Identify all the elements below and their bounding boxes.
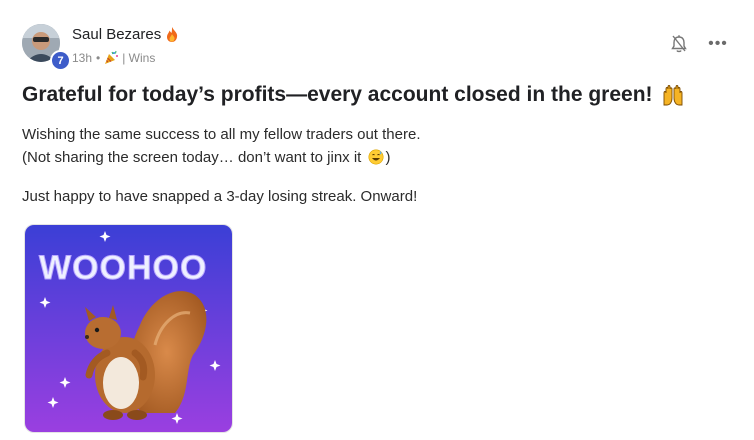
author-name[interactable]: Saul Bezares	[72, 26, 161, 43]
post-header: 7 Saul Bezares 13h • | Wins •••	[22, 22, 734, 71]
body-line-2-text: (Not sharing the screen today… don’t wan…	[22, 149, 362, 166]
author-line: Saul Bezares	[72, 26, 179, 43]
body-line-3: Just happy to have snapped a 3-day losin…	[22, 188, 418, 205]
post-time: 13h	[72, 50, 93, 65]
party-popper-icon	[105, 50, 119, 64]
meta-separator: •	[96, 50, 101, 65]
body-line-2-close: )	[385, 149, 391, 166]
post-category[interactable]: | Wins	[122, 51, 155, 65]
gif-text: WOOHOO	[39, 249, 207, 287]
flame-icon	[167, 27, 178, 42]
grinning-sweat-icon	[368, 149, 384, 165]
post-title-text: Grateful for today’s profits—every accou…	[22, 83, 653, 106]
bell-icon[interactable]	[670, 34, 688, 54]
more-dots-icon[interactable]: •••	[708, 34, 728, 54]
post-title: Grateful for today’s profits—every accou…	[22, 83, 685, 107]
body-line-2: (Not sharing the screen today… don’t wan…	[22, 146, 421, 169]
level-badge: 7	[50, 50, 71, 71]
post-meta: 13h • | Wins	[72, 50, 155, 65]
gif-attachment[interactable]: WOOHOO	[24, 224, 233, 433]
woohoo-squirrel-gif: WOOHOO	[25, 225, 232, 432]
post-body: Wishing the same success to all my fello…	[22, 123, 421, 208]
body-line-1: Wishing the same success to all my fello…	[22, 126, 421, 143]
raising-hands-icon	[663, 85, 682, 106]
